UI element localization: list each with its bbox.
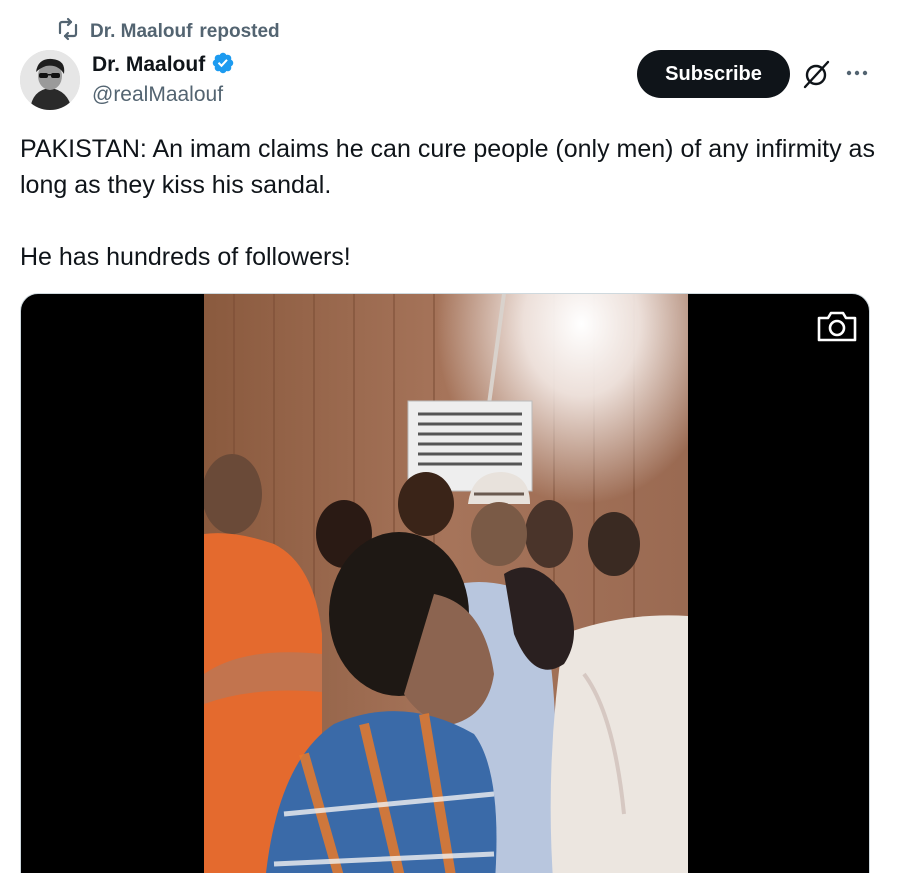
repost-label: reposted [199,21,280,42]
avatar[interactable] [20,50,80,110]
author-display-name[interactable]: Dr. Maalouf [92,53,205,77]
more-options-icon[interactable] [842,58,872,88]
tweet-paragraph: PAKISTAN: An imam claims he can cure peo… [20,135,875,199]
verified-badge-icon [211,51,235,80]
video-player[interactable] [20,293,870,873]
subscribe-button[interactable]: Subscribe [637,50,790,98]
tweet-text: PAKISTAN: An imam claims he can cure peo… [20,131,880,275]
author-block: Dr. Maalouf @realMaalouf [92,52,235,107]
video-thumbnail[interactable] [204,294,688,873]
repost-indicator[interactable]: Dr. Maalouf reposted [56,17,280,47]
camera-icon[interactable] [816,308,858,344]
grok-icon[interactable] [800,58,832,90]
repost-name[interactable]: Dr. Maalouf [90,21,192,43]
tweet-paragraph: He has hundreds of followers! [20,243,351,271]
repost-icon [56,17,80,47]
author-handle[interactable]: @realMaalouf [92,83,235,107]
